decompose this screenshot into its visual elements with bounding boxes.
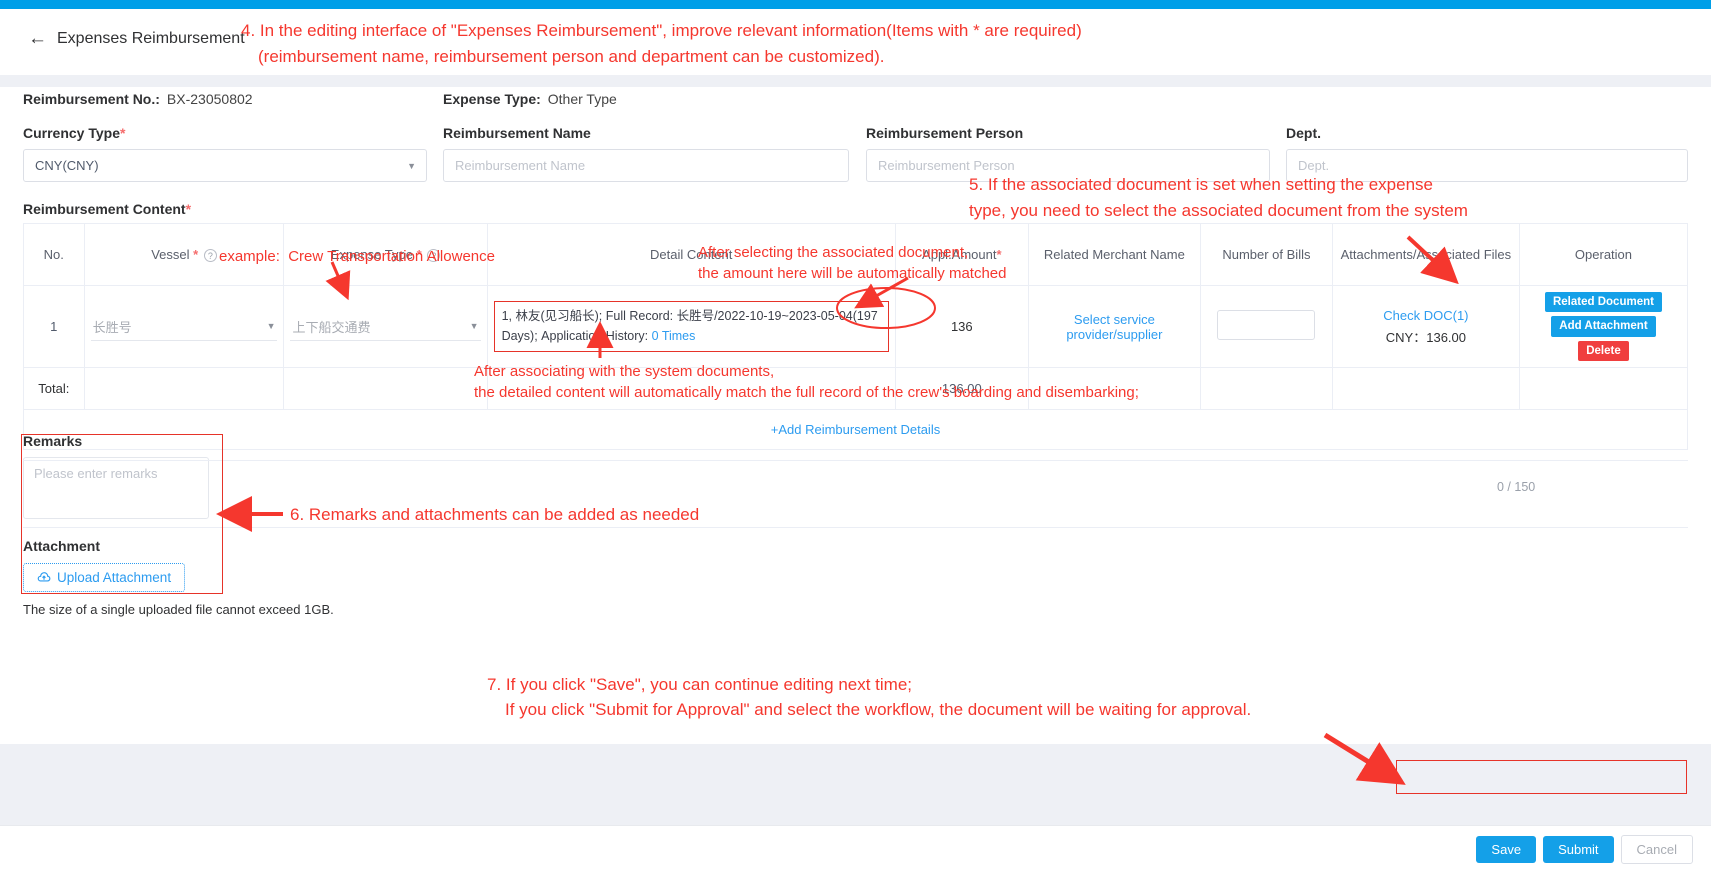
remarks-rule-top [23, 460, 1688, 461]
attachment-size-hint: The size of a single uploaded file canno… [23, 602, 334, 617]
remarks-title: Remarks [23, 433, 83, 449]
required-asterisk: * [120, 125, 126, 141]
cell-operation: Related Document Add Attachment Delete [1518, 284, 1689, 369]
number-of-bills-input[interactable] [1217, 310, 1316, 341]
annotation-7-line2: If you click "Submit for Approval" and s… [505, 700, 1252, 719]
reimbursement-no-value: BX-23050802 [166, 91, 253, 107]
footer-action-bar [0, 825, 1711, 869]
expense-type-label: Expense Type: [443, 91, 541, 107]
chevron-down-icon[interactable]: ▼ [470, 321, 479, 331]
remarks-counter: 0 / 150 [1497, 480, 1536, 494]
related-document-button[interactable]: Related Document [1544, 292, 1662, 313]
total-label: Total: [23, 367, 85, 411]
expense-type-select[interactable]: 上下船交通费 ▼ [290, 313, 481, 341]
col-operation: Operation [1518, 223, 1689, 286]
remarks-textarea[interactable]: Please enter remarks [23, 457, 209, 519]
vessel-select[interactable]: 长胜号 ▼ [90, 313, 278, 341]
back-navigation[interactable]: ← Expenses Reimbursement [28, 29, 245, 48]
total-operation [1518, 367, 1689, 411]
col-number-of-bills: Number of Bills [1199, 223, 1333, 286]
reimbursement-name-label: Reimbursement Name [443, 125, 591, 141]
chevron-down-icon[interactable]: ▼ [267, 321, 276, 331]
upload-attachment-button[interactable]: Upload Attachment [23, 563, 186, 592]
upload-attachment-label: Upload Attachment [57, 570, 172, 585]
header-divider [0, 75, 1711, 87]
remarks-rule-bottom [23, 527, 1688, 528]
appl-amount-input[interactable]: 136 [951, 319, 973, 334]
page-title: Expenses Reimbursement [57, 29, 245, 47]
annotation-5-line2: type, you need to select the associated … [969, 201, 1468, 220]
field-currency-type: Currency Type* CNY(CNY) ▼ [23, 125, 427, 182]
meta-row: Reimbursement No.: BX-23050802 Expense T… [0, 87, 1711, 123]
attachment-title: Attachment [23, 538, 101, 554]
total-vessel [83, 367, 285, 411]
expense-type-value: Other Type [547, 91, 617, 107]
select-supplier-link[interactable]: Select service provider/supplier [1035, 312, 1194, 342]
currency-type-label: Currency Type* [23, 125, 126, 141]
delete-button[interactable]: Delete [1578, 340, 1629, 362]
arrow-left-icon[interactable]: ← [28, 29, 47, 48]
annotation-4-line1: 4. In the editing interface of "Expenses… [241, 21, 1082, 40]
annotation-5-line1: 5. If the associated document is set whe… [969, 175, 1434, 194]
currency-type-select[interactable]: CNY(CNY) ▼ [23, 149, 427, 182]
detail-content-box[interactable]: 1, 林友(见习船长); Full Record: 长胜号/2022-10-19… [493, 301, 889, 352]
reimbursement-no-label: Reimbursement No.: [23, 91, 160, 107]
total-bills [1199, 367, 1333, 411]
submit-button[interactable]: Submit [1543, 836, 1614, 863]
col-no: No. [23, 223, 85, 286]
expense-type-value: 上下船交通费 [292, 319, 371, 335]
col-related-merchant: Related Merchant Name [1027, 223, 1201, 286]
field-row: Currency Type* CNY(CNY) ▼ Reimbursement … [0, 125, 1711, 197]
annotation-amount-line1: After selecting the associated document, [698, 244, 969, 261]
select-supplier-line1: Select service [1073, 311, 1155, 327]
cell-appl-amount: 136 [894, 284, 1029, 369]
field-reimbursement-name: Reimbursement Name Reimbursement Name [443, 125, 849, 182]
annotation-example: example: Crew Transportation Allowence [219, 248, 495, 265]
cancel-button[interactable]: Cancel [1620, 835, 1693, 864]
reimbursement-name-input[interactable]: Reimbursement Name [443, 149, 849, 182]
cell-detail-content: 1, 林友(见习船长); Full Record: 长胜号/2022-10-19… [486, 284, 896, 369]
add-attachment-button[interactable]: Add Attachment [1551, 316, 1656, 337]
cell-vessel: 长胜号 ▼ [83, 284, 285, 369]
annotation-6: 6. Remarks and attachments can be added … [290, 505, 700, 524]
reimbursement-content-label: Reimbursement Content* [23, 201, 192, 217]
cell-expense-type: 上下船交通费 ▼ [283, 284, 488, 369]
chevron-down-icon[interactable]: ▼ [407, 161, 416, 171]
currency-type-value: CNY(CNY) [35, 158, 99, 173]
attachment-section: Attachment Upload Attachment The size of… [23, 538, 334, 617]
annotation-amount-line2: the amount here will be automatically ma… [698, 265, 1007, 282]
app-top-accent-bar [0, 0, 1711, 9]
attachment-amount: CNY：136.00 [1385, 329, 1466, 345]
application-history-link[interactable]: 0 Times [652, 329, 696, 343]
select-supplier-line2: provider/supplier [1066, 326, 1163, 342]
cloud-upload-icon [37, 571, 51, 581]
help-icon[interactable]: ? [203, 249, 217, 263]
total-expense-type [283, 367, 488, 411]
dept-label: Dept. [1286, 125, 1321, 141]
expense-type-meta: Expense Type: Other Type [443, 91, 617, 107]
footer-buttons: Save Submit Cancel [1476, 835, 1693, 864]
annotation-detail-line2: the detailed content will automatically … [474, 384, 1139, 401]
save-button[interactable]: Save [1476, 836, 1537, 863]
annotation-detail-line1: After associating with the system docume… [474, 363, 775, 380]
required-asterisk: * [185, 201, 192, 217]
annotation-7-line1: 7. If you click "Save", you can continue… [487, 675, 913, 694]
vessel-value: 长胜号 [92, 319, 132, 335]
total-attachments [1331, 367, 1520, 411]
cell-no: 1 [23, 284, 85, 369]
reimbursement-person-label: Reimbursement Person [866, 125, 1024, 141]
cell-attachments: Check DOC(1) CNY：136.00 [1331, 284, 1520, 369]
annotation-4-line2: (reimbursement name, reimbursement perso… [258, 47, 885, 66]
operation-buttons: Related Document Add Attachment Delete [1526, 292, 1681, 362]
col-attachments: Attachments/Associated Files [1331, 223, 1520, 286]
cell-number-of-bills [1199, 284, 1333, 369]
cell-related-merchant: Select service provider/supplier [1027, 284, 1201, 369]
table-row: 1 长胜号 ▼ 上下船交通费 ▼ 1, 林友(见习船长); Full Recor… [23, 284, 1689, 369]
check-doc-link[interactable]: Check DOC(1) [1339, 308, 1513, 323]
remarks-section: Remarks Please enter remarks [23, 433, 1688, 519]
reimbursement-no: Reimbursement No.: BX-23050802 [23, 91, 253, 107]
